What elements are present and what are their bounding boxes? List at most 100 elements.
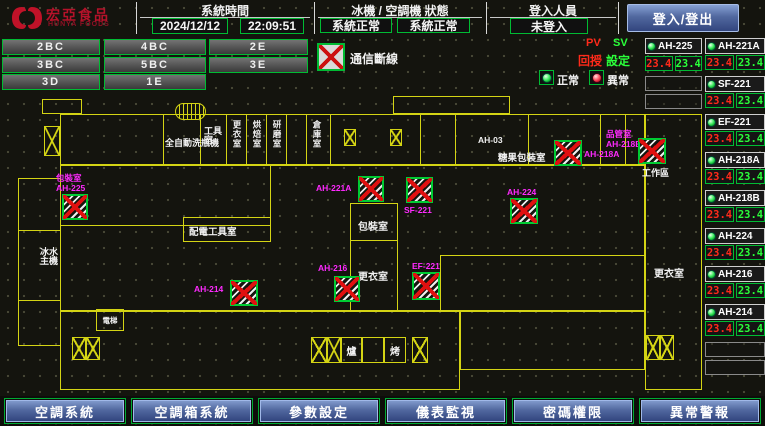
- panel-unit-ah-218b[interactable]: AH-218B: [705, 190, 765, 206]
- room-label: 工作區: [642, 166, 669, 179]
- pv-value: 23.4: [705, 93, 734, 108]
- wall: [270, 165, 271, 225]
- nav-meter-monitor-button[interactable]: 儀表監視: [387, 400, 505, 422]
- wall: [330, 114, 331, 165]
- floor-button-3d[interactable]: 3D: [2, 74, 100, 90]
- wall: [266, 114, 267, 165]
- panel-unit-ah-218a[interactable]: AH-218A: [705, 152, 765, 168]
- room-label: 倉庫室: [311, 120, 323, 149]
- map-unit-ah-214-comm-fail-icon[interactable]: [230, 280, 258, 306]
- hvac-status-value: 系統正常: [397, 18, 470, 33]
- panel-unit-ef-221[interactable]: EF-221: [705, 114, 765, 130]
- map-unit-ah-216-comm-fail-icon[interactable]: [334, 276, 360, 302]
- panel-unit-ah-221a[interactable]: AH-221A: [705, 38, 765, 54]
- wall: [226, 114, 227, 165]
- unit-tag: 品管室 AH-218B: [606, 130, 641, 149]
- map-unit-ah-218b-comm-fail-icon[interactable]: [638, 138, 666, 164]
- panel-values: 23.4 23.4: [705, 245, 765, 260]
- stair-icon: [86, 337, 100, 360]
- floor-button-4bc[interactable]: 4BC: [104, 39, 206, 55]
- floor-button-2e[interactable]: 2E: [209, 39, 308, 55]
- sv-value: 23.4: [736, 283, 765, 298]
- room-oven: 爐: [341, 337, 362, 363]
- map-unit-ah-225-comm-fail-icon[interactable]: [62, 194, 88, 220]
- pv-value: 23.4: [705, 169, 734, 184]
- wall: [42, 99, 82, 114]
- wall: [246, 114, 247, 165]
- panel-values: 23.4 23.4: [705, 55, 765, 70]
- wall: [306, 114, 307, 165]
- feedback-label: 回授: [578, 52, 602, 69]
- unit-status-led-icon: [707, 42, 716, 51]
- wall: [18, 230, 61, 231]
- panel-unit-ah-214[interactable]: AH-214: [705, 304, 765, 320]
- unit-status-led-icon: [707, 80, 716, 89]
- floor-button-5bc[interactable]: 5BC: [104, 57, 206, 73]
- panel-unit-ah-225[interactable]: AH-225: [645, 38, 702, 54]
- header-divider: [486, 2, 487, 34]
- panel-empty-row: [705, 342, 765, 357]
- wall: [350, 240, 398, 241]
- unit-id: AH-225: [56, 183, 85, 193]
- unit-name: AH-218A: [718, 155, 760, 166]
- room-elevator: 電梯: [96, 309, 124, 331]
- floor-button-1e[interactable]: 1E: [104, 74, 206, 90]
- pv-label: PV: [586, 37, 601, 49]
- pv-value: 23.4: [705, 283, 734, 298]
- sv-value: 23.4: [736, 55, 765, 70]
- panel-unit-ah-216[interactable]: AH-216: [705, 266, 765, 282]
- room-label: 冰水主機: [40, 248, 60, 266]
- nav-cell: 異常警報: [639, 398, 761, 424]
- panel-unit-sf-221[interactable]: SF-221: [705, 76, 765, 92]
- room-label: 配電工具室: [189, 224, 237, 238]
- map-unit-sf-221-comm-fail-icon[interactable]: [406, 177, 433, 203]
- login-logout-button[interactable]: 登入/登出: [627, 4, 739, 32]
- normal-led-box: [539, 70, 554, 85]
- map-unit-ef-221-comm-fail-icon[interactable]: [412, 272, 440, 300]
- unit-name: SF-221: [718, 79, 751, 90]
- panel-values: 23.4 23.4: [705, 169, 765, 184]
- floor-button-2bc[interactable]: 2BC: [2, 39, 100, 55]
- panel-values: 23.4 23.4: [705, 321, 765, 336]
- nav-parameter-settings-button[interactable]: 參數設定: [260, 400, 378, 422]
- unit-name: AH-214: [718, 307, 752, 318]
- login-user-label: 登入人員: [490, 2, 616, 19]
- map-unit-ah-218a-comm-fail-icon[interactable]: [554, 140, 582, 166]
- unit-tag: SF-221: [404, 206, 432, 216]
- sv-value: 23.4: [675, 56, 703, 71]
- map-unit-ah-224-comm-fail-icon[interactable]: [510, 198, 538, 224]
- stair-icon: [72, 337, 86, 360]
- nav-ahu-system-button[interactable]: 空調箱系統: [133, 400, 251, 422]
- pv-value: 23.4: [705, 245, 734, 260]
- panel-values-ah-225: 23.4 23.4: [645, 56, 702, 71]
- unit-tag: AH-221A: [316, 184, 351, 194]
- nav-password-permission-button[interactable]: 密碼權限: [514, 400, 632, 422]
- nav-alarm-button[interactable]: 異常警報: [641, 400, 759, 422]
- unit-tag: EF-221: [412, 262, 440, 272]
- abnormal-led-box: [589, 70, 604, 85]
- unit-name: AH-225: [658, 41, 692, 52]
- system-clock-value: 22:09:51: [240, 18, 304, 34]
- room-label: 烤: [390, 343, 400, 358]
- unit-status-led-icon: [707, 156, 716, 165]
- panel-unit-ah-224[interactable]: AH-224: [705, 228, 765, 244]
- unit-status-led-icon: [707, 232, 716, 241]
- wall: [393, 96, 510, 114]
- wall: [18, 300, 61, 301]
- pv-value: 23.4: [705, 55, 734, 70]
- room-label: 電梯: [103, 315, 118, 326]
- room-label: 更衣室: [231, 120, 243, 149]
- abnormal-label: 異常: [607, 72, 629, 88]
- floor-button-3e[interactable]: 3E: [209, 57, 308, 73]
- nav-cell: 空調箱系統: [131, 398, 253, 424]
- floor-button-3bc[interactable]: 3BC: [2, 57, 100, 73]
- pv-value: 23.4: [645, 56, 673, 71]
- nav-hvac-system-button[interactable]: 空調系統: [6, 400, 124, 422]
- map-unit-ah-221a-comm-fail-icon[interactable]: [358, 176, 384, 202]
- unit-tag: 包裝室 AH-225: [56, 174, 85, 193]
- stair-icon: [646, 335, 660, 360]
- abnormal-led-icon: [592, 73, 602, 83]
- unit-room: 包裝室: [56, 173, 82, 183]
- unit-tag: AH-224: [507, 188, 536, 198]
- unit-name: AH-221A: [718, 41, 760, 52]
